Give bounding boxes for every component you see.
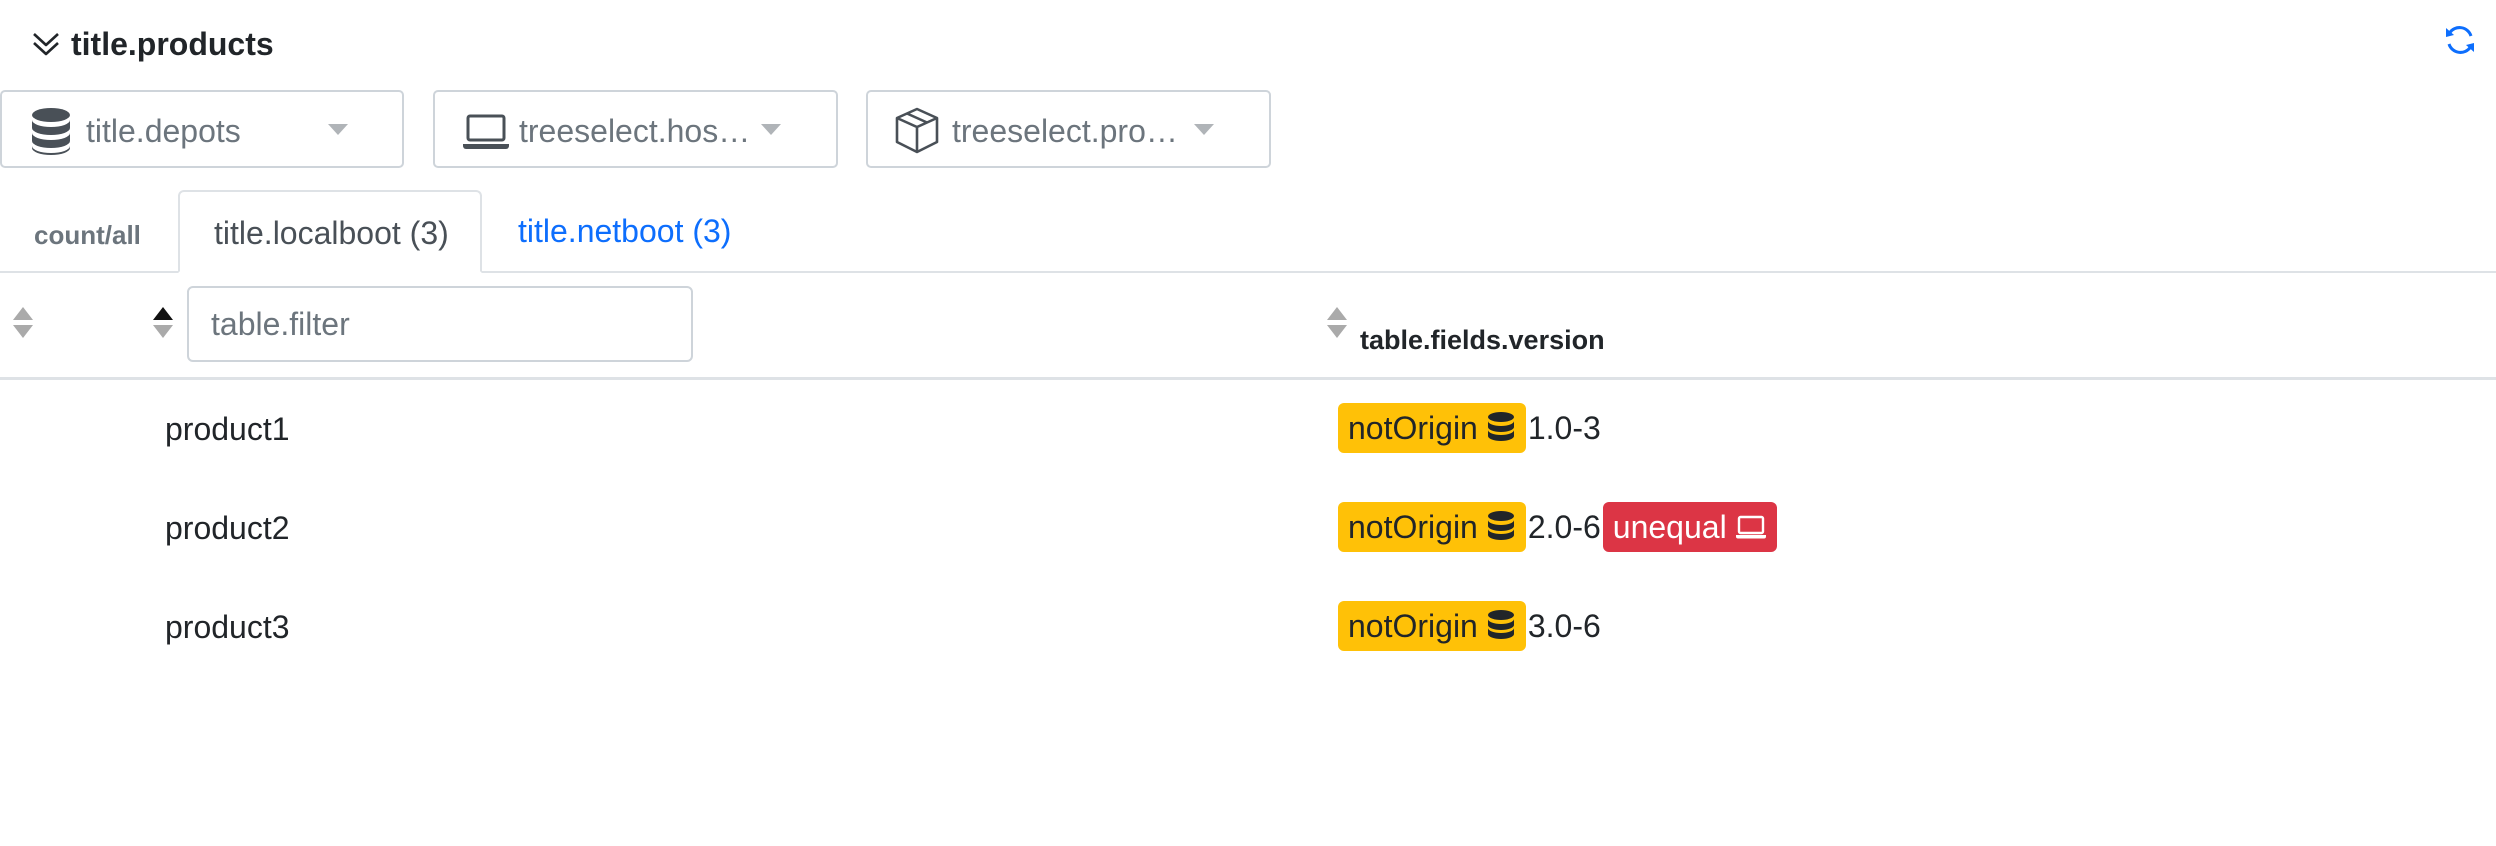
not-origin-badge-label: notOrigin [1348, 508, 1478, 545]
chevron-down-icon [328, 124, 348, 135]
tab-netboot[interactable]: title.netboot (3) [518, 212, 731, 250]
database-icon [1487, 412, 1514, 441]
laptop-icon [463, 114, 509, 149]
laptop-icon [1735, 515, 1766, 539]
database-icon [32, 108, 70, 155]
database-icon [1487, 610, 1514, 639]
box-icon [895, 107, 939, 154]
chevron-down-icon [761, 124, 781, 135]
depots-select[interactable]: title.depots [0, 90, 404, 168]
tab-localboot-label: title.localboot (3) [214, 215, 449, 251]
products-select-label: treeselect.pro… [952, 113, 1178, 149]
depots-select-label: title.depots [86, 113, 241, 149]
page-title: title.products [71, 26, 274, 62]
select-column-sort[interactable] [13, 307, 33, 343]
products-header: title.products [0, 0, 2496, 86]
version-column-header: table.fields.version [1360, 325, 1605, 355]
table-row[interactable]: product3 notOrigin 3.0-6 [0, 578, 2496, 677]
table-filter-input[interactable] [187, 286, 693, 362]
not-origin-badge: notOrigin [1338, 403, 1526, 453]
version-value: 1.0-3 [1527, 409, 1601, 446]
product-name: product2 [165, 510, 290, 546]
table-row[interactable]: product1 notOrigin 1.0-3 [0, 380, 2496, 479]
products-select[interactable]: treeselect.pro… [866, 90, 1271, 168]
chevron-double-down-icon[interactable] [30, 28, 62, 60]
version-value: 2.0-6 [1527, 508, 1601, 545]
product-name: product3 [165, 609, 290, 645]
not-origin-badge-label: notOrigin [1348, 607, 1478, 644]
chevron-down-icon [1194, 124, 1214, 135]
version-column-sort[interactable] [1327, 307, 1347, 343]
version-cell: notOrigin 2.0-6 unequal [1338, 501, 1777, 553]
product-name: product1 [165, 411, 290, 447]
not-origin-badge: notOrigin [1338, 601, 1526, 651]
not-origin-badge-label: notOrigin [1348, 409, 1478, 446]
name-column-sort[interactable] [153, 307, 173, 343]
not-origin-badge: notOrigin [1338, 502, 1526, 552]
refresh-icon[interactable] [2442, 22, 2478, 58]
version-cell: notOrigin 3.0-6 [1338, 600, 1601, 652]
tab-localboot[interactable]: title.localboot (3) [178, 190, 482, 273]
table-row[interactable]: product2 notOrigin 2.0-6 unequal [0, 479, 2496, 578]
unequal-badge-label: unequal [1612, 508, 1727, 545]
version-cell: notOrigin 1.0-3 [1338, 402, 1601, 454]
hosts-select-label: treeselect.hos… [519, 113, 751, 149]
unequal-badge: unequal [1602, 502, 1777, 552]
database-icon [1487, 511, 1514, 540]
hosts-select[interactable]: treeselect.hos… [433, 90, 838, 168]
version-value: 3.0-6 [1527, 607, 1601, 644]
count-all-label: count/all [34, 220, 141, 250]
